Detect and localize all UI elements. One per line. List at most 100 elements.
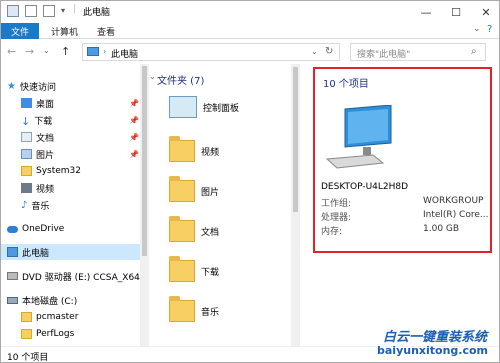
pictures-folder-icon xyxy=(169,176,195,202)
videos-folder-icon xyxy=(169,136,195,162)
close-icon[interactable]: ✕ xyxy=(471,1,499,23)
pin-icon[interactable]: 📌 xyxy=(129,133,139,142)
music-icon: ♪ xyxy=(21,200,28,211)
documents-folder-icon xyxy=(169,216,195,242)
videos-icon xyxy=(21,183,32,193)
desktop-icon xyxy=(21,98,32,108)
pin-icon[interactable]: 📌 xyxy=(129,150,139,159)
documents-icon xyxy=(21,132,32,142)
music-folder-icon xyxy=(169,296,195,322)
search-box[interactable]: 搜索"此电脑" ⌕ xyxy=(350,43,486,61)
list-item-documents[interactable]: 文档 xyxy=(169,212,289,250)
list-item-label: 视频 xyxy=(201,147,220,158)
sidebar-scrollbar-thumb[interactable] xyxy=(142,66,147,256)
recent-dropdown-icon[interactable]: ⌄ xyxy=(43,46,50,55)
ribbon-expand-icon[interactable]: ⌄ xyxy=(473,24,481,34)
tab-computer[interactable]: 计算机 xyxy=(51,25,78,38)
sidebar-item-label: 快速访问 xyxy=(19,82,56,93)
sidebar-item-dvd-drive[interactable]: DVD 驱动器 (E:) CCSA_X64 xyxy=(7,268,140,284)
window-title: 此电脑 xyxy=(83,8,111,18)
explorer-window: ▾ | 此电脑 — ☐ ✕ 文件 计算机 查看 ⌄ ? ← → ⌄ ↑ › 此电… xyxy=(0,0,500,363)
title-divider: | xyxy=(73,4,77,14)
content-pane: ⌄ 文件夹 (7) 控制面板 视频 图片 文档 下载 音乐 xyxy=(149,64,301,346)
sidebar-item-local-disk[interactable]: 本地磁盘 (C:) xyxy=(7,292,147,308)
quick-access-dropdown-icon[interactable]: ▾ xyxy=(61,6,65,15)
sidebar-item-onedrive[interactable]: OneDrive xyxy=(7,221,147,237)
navigation-bar: ← → ⌄ ↑ › 此电脑 ⌄ ↻ 搜索"此电脑" ⌕ xyxy=(1,40,499,64)
refresh-icon[interactable]: ↻ xyxy=(325,46,333,57)
list-item-pictures[interactable]: 图片 xyxy=(169,172,289,210)
navigation-pane: ★ 快速访问 桌面 📌 ↓ 下载 📌 文档 📌 图片 📌 System32 视频… xyxy=(1,64,149,346)
window-icon xyxy=(7,5,19,17)
forward-button[interactable]: → xyxy=(25,45,34,58)
details-pane: 10 个项目 DESKTOP-U4L2H8D 工作组: WORKGROUP 处理… xyxy=(313,67,492,253)
sidebar-item-this-pc[interactable]: 此电脑 xyxy=(1,244,140,260)
address-bar[interactable]: › 此电脑 ⌄ ↻ xyxy=(82,43,340,61)
cloud-icon xyxy=(7,225,18,233)
processor-label: 处理器: xyxy=(321,213,352,223)
content-scrollbar-thumb[interactable] xyxy=(293,67,298,212)
minimize-icon[interactable]: — xyxy=(411,1,441,23)
list-item-videos[interactable]: 视频 xyxy=(169,132,289,170)
up-button[interactable]: ↑ xyxy=(61,45,70,58)
group-header-folders[interactable]: 文件夹 (7) xyxy=(157,72,204,87)
new-folder-icon[interactable] xyxy=(43,5,55,17)
workgroup-label: 工作组: xyxy=(321,199,352,209)
dvd-drive-icon xyxy=(7,272,18,280)
sidebar-item-label: 图片 xyxy=(36,150,55,161)
sidebar-item-label: 此电脑 xyxy=(22,248,50,259)
help-icon[interactable]: ? xyxy=(487,24,492,35)
star-icon: ★ xyxy=(7,81,16,92)
list-item-music[interactable]: 音乐 xyxy=(169,292,289,330)
search-icon[interactable]: ⌕ xyxy=(471,46,477,57)
title-bar: ▾ | 此电脑 — ☐ ✕ xyxy=(1,1,499,23)
list-item-label: 图片 xyxy=(201,187,220,198)
disk-icon xyxy=(7,296,18,304)
sidebar-item-quick-access[interactable]: ★ 快速访问 xyxy=(7,78,147,94)
breadcrumb-this-pc[interactable]: 此电脑 xyxy=(111,47,138,60)
ribbon-tabs: 文件 计算机 查看 ⌄ ? xyxy=(1,23,499,39)
list-item-label: 文档 xyxy=(201,227,220,238)
watermark-url: baiyunxitong.com xyxy=(377,344,489,357)
sidebar-item-label: DVD 驱动器 (E:) CCSA_X64 xyxy=(22,272,140,283)
memory-value: 1.00 GB xyxy=(423,224,460,234)
sidebar-item-label: 桌面 xyxy=(36,99,55,110)
address-dropdown-icon[interactable]: ⌄ xyxy=(311,47,318,56)
downloads-folder-icon xyxy=(169,256,195,282)
list-item-label: 音乐 xyxy=(201,307,220,318)
sidebar-item-label: 文档 xyxy=(36,133,55,144)
tab-file[interactable]: 文件 xyxy=(1,23,39,39)
collapse-chevron-icon[interactable]: ⌄ xyxy=(149,72,156,81)
back-button[interactable]: ← xyxy=(7,45,16,58)
computer-icon xyxy=(325,105,392,169)
item-count: 10 个项目 xyxy=(323,79,369,90)
processor-value: Intel(R) Core... xyxy=(423,210,489,220)
folder-icon xyxy=(21,166,32,176)
folder-icon xyxy=(21,329,32,339)
pin-icon[interactable]: 📌 xyxy=(129,99,139,108)
sidebar-item-label: 下载 xyxy=(34,116,53,127)
list-item-control-panel[interactable]: 控制面板 xyxy=(169,88,289,126)
search-input[interactable]: 搜索"此电脑" xyxy=(357,47,410,60)
sidebar-item-label: PerfLogs xyxy=(36,329,75,339)
computer-name: DESKTOP-U4L2H8D xyxy=(321,182,409,192)
list-item-label: 控制面板 xyxy=(203,103,240,114)
tab-view[interactable]: 查看 xyxy=(97,25,115,38)
sidebar-item-label: pcmaster xyxy=(36,312,79,322)
maximize-icon[interactable]: ☐ xyxy=(441,1,471,23)
status-text: 10 个项目 xyxy=(7,353,49,363)
breadcrumb-chevron-icon: › xyxy=(103,47,107,56)
sidebar-item-label: 视频 xyxy=(36,184,55,195)
this-pc-icon xyxy=(7,247,18,257)
list-item-downloads[interactable]: 下载 xyxy=(169,252,289,290)
pictures-icon xyxy=(21,149,32,159)
list-item-label: 下载 xyxy=(201,267,220,278)
sidebar-item-label: OneDrive xyxy=(22,224,65,234)
pin-icon[interactable]: 📌 xyxy=(129,116,139,125)
workgroup-value: WORKGROUP xyxy=(423,196,484,206)
properties-icon[interactable] xyxy=(25,5,37,17)
download-icon: ↓ xyxy=(21,115,31,128)
this-pc-icon xyxy=(87,47,99,56)
folder-icon xyxy=(21,312,32,322)
memory-label: 内存: xyxy=(321,227,343,237)
